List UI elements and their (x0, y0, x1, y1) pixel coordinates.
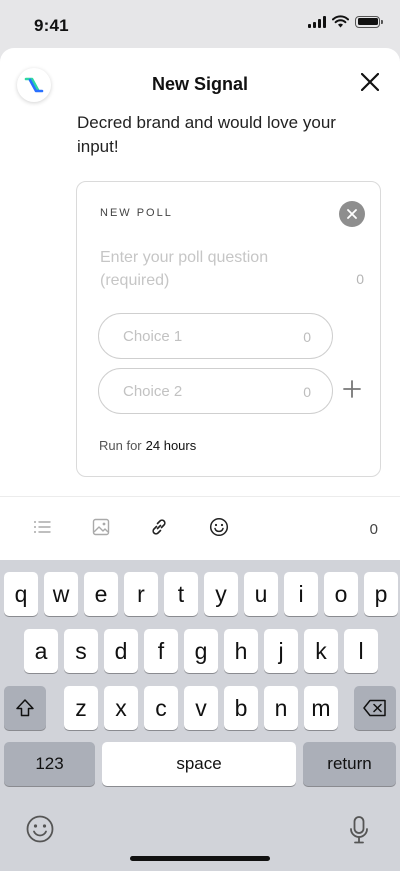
image-button[interactable] (90, 516, 112, 538)
compose-toolbar: 0 (0, 496, 400, 560)
return-key[interactable]: return (303, 742, 396, 786)
choice-placeholder: Choice 1 (123, 328, 183, 345)
link-button[interactable] (148, 516, 170, 538)
key-o[interactable]: o (324, 572, 358, 616)
key-b[interactable]: b (224, 686, 258, 730)
choice-char-count: 0 (303, 384, 311, 400)
cellular-signal-icon (308, 15, 326, 28)
wifi-icon (332, 15, 349, 28)
key-j[interactable]: j (264, 629, 298, 673)
sheet-header: New Signal (0, 48, 400, 120)
home-indicator (130, 856, 270, 861)
key-c[interactable]: c (144, 686, 178, 730)
list-button[interactable] (31, 516, 53, 538)
smiley-icon (26, 815, 54, 843)
key-p[interactable]: p (364, 572, 398, 616)
key-a[interactable]: a (24, 629, 58, 673)
question-char-count: 0 (356, 271, 364, 287)
key-q[interactable]: q (4, 572, 38, 616)
status-bar: 9:41 (0, 0, 400, 48)
backspace-icon (363, 699, 386, 717)
smiley-icon (209, 517, 229, 537)
key-x[interactable]: x (104, 686, 138, 730)
emoji-button[interactable] (208, 516, 230, 538)
key-i[interactable]: i (284, 572, 318, 616)
key-u[interactable]: u (244, 572, 278, 616)
plus-icon (343, 380, 361, 398)
list-icon (34, 521, 51, 533)
signal-body-text[interactable]: Decred brand and would love your input! (77, 111, 377, 159)
shift-key[interactable] (4, 686, 46, 730)
status-time: 9:41 (34, 16, 69, 35)
run-for-value: 24 hours (145, 438, 197, 453)
choice-2-input[interactable]: Choice 2 0 (98, 368, 333, 414)
key-z[interactable]: z (64, 686, 98, 730)
dictation-button[interactable] (348, 815, 370, 850)
link-icon (152, 519, 166, 535)
backspace-key[interactable] (354, 686, 396, 730)
key-h[interactable]: h (224, 629, 258, 673)
image-icon (92, 518, 110, 536)
close-button[interactable] (358, 70, 382, 94)
key-v[interactable]: v (184, 686, 218, 730)
character-count: 0 (369, 521, 378, 538)
key-n[interactable]: n (264, 686, 298, 730)
key-e[interactable]: e (84, 572, 118, 616)
shift-icon (16, 699, 34, 717)
key-r[interactable]: r (124, 572, 158, 616)
microphone-icon (350, 816, 368, 844)
poll-label: NEW POLL (100, 207, 173, 219)
poll-duration[interactable]: Run for 24 hours (99, 438, 196, 453)
remove-poll-button[interactable] (339, 201, 365, 227)
key-l[interactable]: l (344, 629, 378, 673)
choice-1-input[interactable]: Choice 1 0 (98, 313, 333, 359)
key-y[interactable]: y (204, 572, 238, 616)
close-icon (347, 209, 357, 219)
key-w[interactable]: w (44, 572, 78, 616)
battery-icon (355, 15, 383, 28)
poll-question-input[interactable]: Enter your poll question (required) (100, 246, 310, 292)
close-icon (361, 73, 379, 91)
key-f[interactable]: f (144, 629, 178, 673)
choice-char-count: 0 (303, 329, 311, 345)
key-t[interactable]: t (164, 572, 198, 616)
key-d[interactable]: d (104, 629, 138, 673)
key-k[interactable]: k (304, 629, 338, 673)
key-s[interactable]: s (64, 629, 98, 673)
run-for-label: Run for (99, 438, 142, 453)
page-title: New Signal (151, 74, 249, 94)
space-key[interactable]: space (102, 742, 296, 786)
status-icons (308, 15, 383, 28)
key-m[interactable]: m (304, 686, 338, 730)
numbers-key[interactable]: 123 (4, 742, 95, 786)
add-choice-button[interactable] (342, 379, 362, 399)
poll-card: NEW POLL Enter your poll question (requi… (76, 181, 381, 477)
keyboard: qwertyuiop asdfghjkl zxcvbnm 123 space r… (0, 560, 400, 871)
key-g[interactable]: g (184, 629, 218, 673)
emoji-keyboard-button[interactable] (25, 814, 55, 849)
choice-placeholder: Choice 2 (123, 383, 183, 400)
